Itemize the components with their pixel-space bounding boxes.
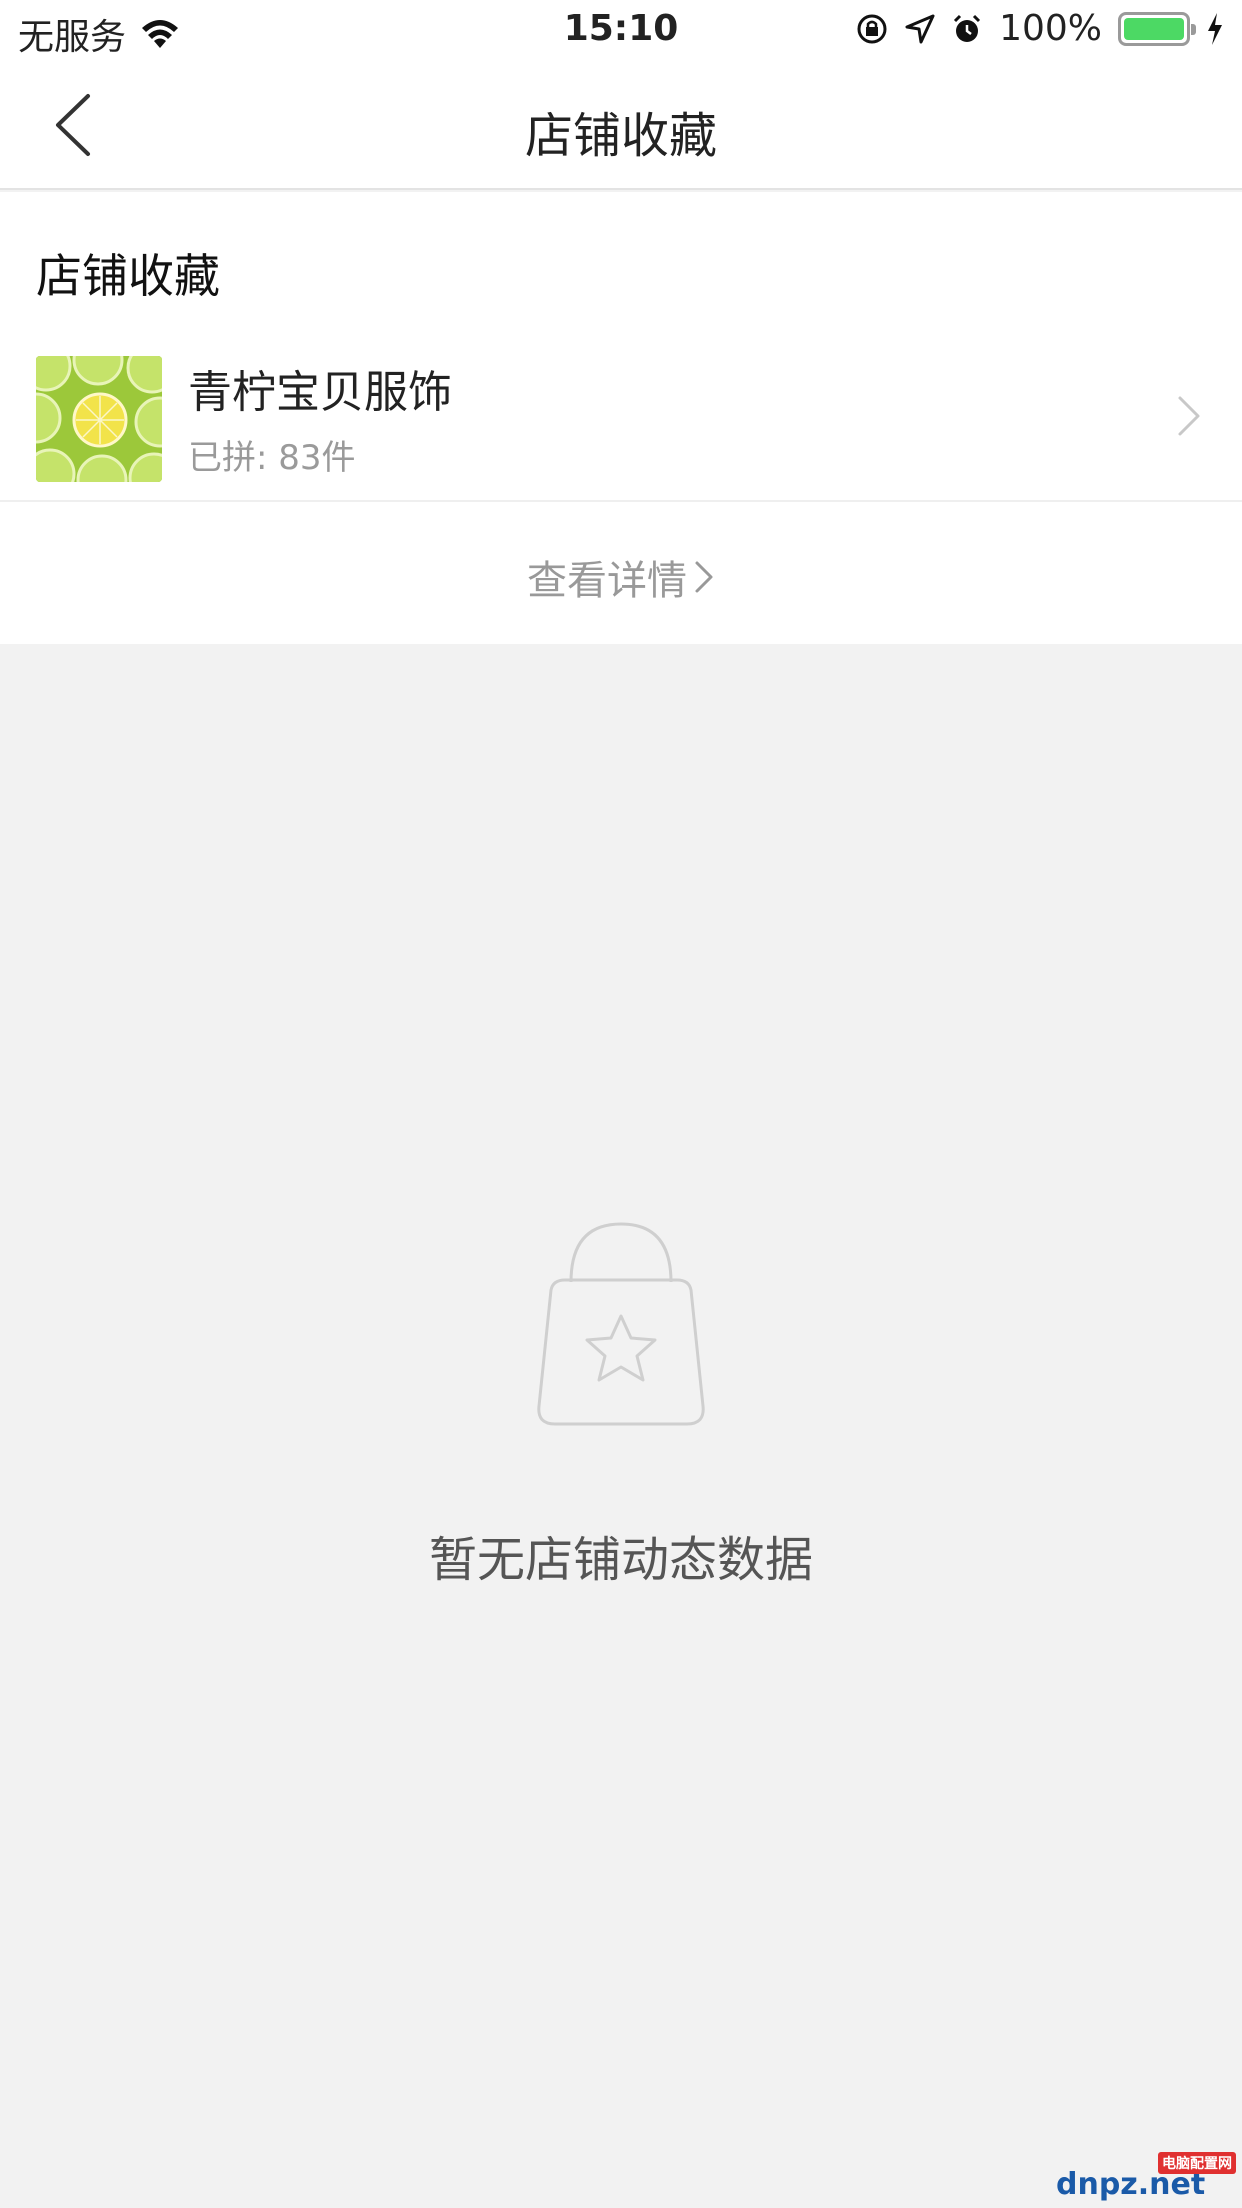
empty-state-text: 暂无店铺动态数据 xyxy=(428,1532,813,1588)
battery-percent: 100% xyxy=(999,8,1102,49)
section-title: 店铺收藏 xyxy=(36,249,220,303)
view-details-link[interactable]: 查看详情 xyxy=(0,510,1242,644)
battery-icon xyxy=(1118,11,1196,46)
shop-thumbnail xyxy=(36,356,162,482)
orientation-lock-icon xyxy=(857,14,887,43)
empty-state: 暂无店铺动态数据 xyxy=(0,1210,1242,1590)
shop-name: 青柠宝贝服饰 xyxy=(188,367,452,418)
chevron-right-small-icon xyxy=(695,561,713,593)
watermark-tag: 电脑配置网 xyxy=(1158,2152,1236,2174)
charging-icon xyxy=(1208,12,1222,45)
favorites-panel: 店铺收藏 青柠宝贝服饰 已拼: 83件 查看详情 xyxy=(0,192,1242,644)
battery-fill xyxy=(1124,17,1184,40)
shop-row[interactable]: 青柠宝贝服饰 已拼: 83件 xyxy=(0,342,1242,502)
status-bar: 无服务 15:10 100% xyxy=(0,0,1242,60)
chevron-right-icon xyxy=(1178,396,1200,436)
page-title: 店铺收藏 xyxy=(524,108,717,164)
shop-sold-count: 已拼: 83件 xyxy=(188,438,356,478)
nav-bar: 店铺收藏 xyxy=(0,60,1242,190)
status-right: 100% xyxy=(855,8,1224,49)
shopping-bag-star-icon xyxy=(537,1222,705,1426)
location-icon xyxy=(905,14,935,43)
view-details-label: 查看详情 xyxy=(527,558,687,604)
watermark-logo: dnpz.net 电脑配置网 xyxy=(1056,2152,1236,2202)
lime-slices-image xyxy=(36,356,162,482)
alarm-icon xyxy=(954,14,981,42)
